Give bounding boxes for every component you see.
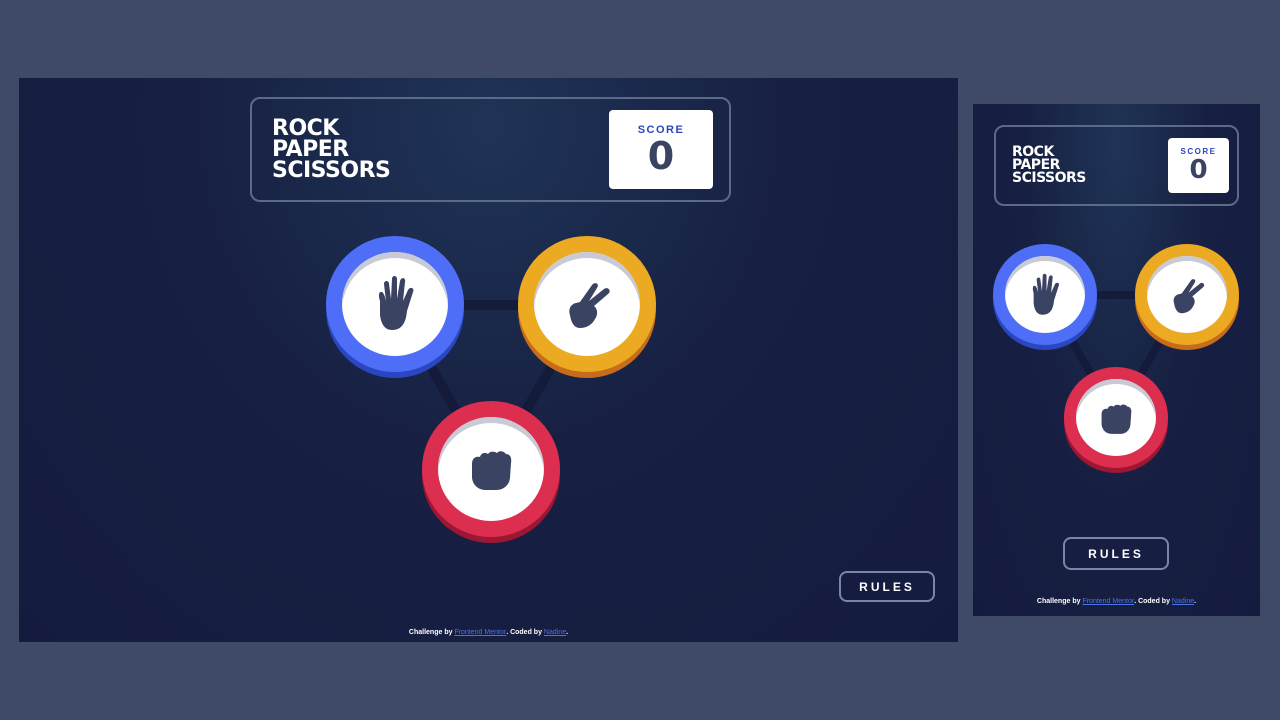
desktop-preview: ROCK PAPER SCISSORS SCORE 0 RULES Challe… [19,78,958,642]
game-board [993,243,1240,475]
game-board [325,235,657,543]
header: ROCK PAPER SCISSORS SCORE 0 [994,125,1239,206]
scissors-button[interactable] [1135,244,1239,345]
rock-button[interactable] [422,401,560,537]
attribution-suffix: . [1194,598,1197,605]
mobile-preview: ROCK PAPER SCISSORS SCORE 0 RULES Challe… [973,104,1260,616]
title-line-paper: PAPER [272,137,349,162]
paper-chip-face [1005,256,1085,333]
attribution-middle: . Coded by [506,629,544,636]
title-line-scissors: SCISSORS [272,158,391,183]
attribution-prefix: Challenge by [1036,598,1083,605]
open-hand-icon [1026,273,1064,317]
author-link[interactable]: Nadine [544,629,566,636]
rock-chip-face [438,417,544,521]
attribution-suffix: . [566,629,569,636]
attribution-prefix: Challenge by [408,629,455,636]
open-hand-icon [370,275,420,333]
game-title: ROCK PAPER SCISSORS [1012,145,1086,186]
peace-hand-icon [562,275,612,333]
rock-chip-face [1076,379,1156,456]
paper-button[interactable] [993,244,1097,345]
attribution-middle: . Coded by [1134,598,1172,605]
rules-button[interactable]: RULES [1063,537,1169,570]
score-box: SCORE 0 [609,110,713,189]
score-value: 0 [1189,155,1208,185]
scissors-button[interactable] [518,236,656,372]
title-line-rock: ROCK [272,116,339,141]
game-title: ROCK PAPER SCISSORS [272,116,391,183]
frontend-mentor-link[interactable]: Frontend Mentor [454,629,506,636]
fist-icon [466,440,516,498]
author-link[interactable]: Nadine [1172,598,1194,605]
paper-button[interactable] [326,236,464,372]
attribution: Challenge by Frontend Mentor. Coded by N… [19,629,958,636]
attribution: Challenge by Frontend Mentor. Coded by N… [973,598,1260,605]
fist-icon [1097,396,1135,440]
title-line-scissors: SCISSORS [1012,170,1086,186]
rules-button[interactable]: RULES [839,571,935,602]
score-box: SCORE 0 [1168,138,1229,193]
scissors-chip-face [1147,256,1227,333]
rock-button[interactable] [1064,367,1168,468]
scissors-chip-face [534,252,640,356]
header: ROCK PAPER SCISSORS SCORE 0 [250,97,731,202]
score-value: 0 [647,133,675,178]
paper-chip-face [342,252,448,356]
peace-hand-icon [1168,273,1206,317]
frontend-mentor-link[interactable]: Frontend Mentor [1082,598,1134,605]
